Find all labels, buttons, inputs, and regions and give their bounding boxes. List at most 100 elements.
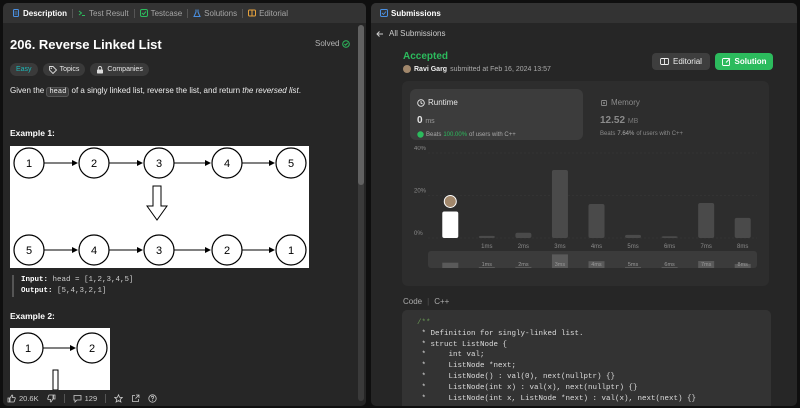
node-value: 4 <box>91 245 97 257</box>
lock-icon <box>97 65 104 73</box>
memory-label: Memory <box>611 98 640 107</box>
example1-io: Input: head = [1,2,3,4,5] Output: [5,4,3… <box>12 275 134 297</box>
favorite-button[interactable] <box>114 393 124 403</box>
submission-status: Accepted <box>403 51 449 62</box>
solution-button[interactable]: Solution <box>715 53 773 70</box>
submission-panel: Submissions All Submissions Accepted Rav… <box>371 3 797 406</box>
output-value: [5,4,3,2,1] <box>52 287 107 295</box>
code-label: Code <box>403 297 423 306</box>
solution-button-label: Solution <box>734 57 767 66</box>
all-submissions-label: All Submissions <box>389 29 446 38</box>
bar[interactable] <box>588 204 605 238</box>
memory-beats-pre: Beats <box>600 131 616 137</box>
runtime-distribution-chart[interactable]: 0% 20% 40% 1ms 2ms 3ms 4ms 5ms 6ms 7ms 8ms 1ms 2ms 3m… <box>402 146 769 286</box>
tab-description[interactable]: Description <box>7 3 72 23</box>
bar[interactable] <box>478 235 495 238</box>
clock-icon <box>417 98 425 107</box>
bar[interactable] <box>442 211 459 238</box>
share-icon <box>132 394 140 402</box>
code-language: C++ <box>434 297 450 306</box>
node-value: 5 <box>288 158 294 170</box>
code-header: Code | C++ <box>403 297 449 306</box>
bar[interactable] <box>515 232 532 238</box>
difficulty-badge[interactable]: Easy <box>10 63 38 76</box>
code-viewer[interactable]: /** * Definition for singly-linked list.… <box>402 310 771 406</box>
user-name[interactable]: Ravi Garg <box>414 66 447 73</box>
tab-solutions-label: Solutions <box>204 8 238 18</box>
node-value: 5 <box>26 245 32 257</box>
bar[interactable] <box>551 170 568 238</box>
x-tick-label: 8ms <box>737 244 748 250</box>
mini-tick-label: 7ms <box>701 262 712 268</box>
help-button[interactable] <box>148 393 157 403</box>
like-button[interactable]: 20.6K <box>7 394 39 403</box>
scrollbar[interactable] <box>358 25 364 401</box>
editorial-button-label: Editorial <box>673 57 702 66</box>
tag-icon <box>48 65 57 74</box>
down-arrow-icon <box>146 185 168 221</box>
problem-description: Given the head of a singly linked list, … <box>10 86 301 97</box>
linked-list-diagram-2: 1 2 <box>12 332 108 391</box>
tab-testcase[interactable]: Testcase <box>135 3 188 23</box>
all-submissions-link[interactable]: All Submissions <box>376 29 445 38</box>
code-line: * ListNode() : val(0), next(nullptr) {} <box>417 372 616 381</box>
runtime-label: Runtime <box>428 98 458 107</box>
runtime-number: 0 <box>417 115 423 126</box>
comments-button[interactable]: 129 <box>73 394 97 403</box>
desc-text-3: . <box>298 86 301 95</box>
runtime-beats-pct: 100.00% <box>443 131 468 138</box>
x-tick-label: 3ms <box>554 244 565 250</box>
code-line: * ListNode(int x, ListNode *next) : val(… <box>417 394 697 403</box>
down-arrow-icon <box>52 369 59 391</box>
memory-beats: Beats 7.64% of users with C++ <box>600 131 683 137</box>
bar[interactable] <box>734 217 751 238</box>
code-separator: | <box>427 297 430 306</box>
head-code: head <box>46 87 70 97</box>
companies-button[interactable]: Companies <box>90 63 149 76</box>
editorial-button[interactable]: Editorial <box>652 53 710 70</box>
mini-tick-label: 5ms <box>628 262 639 268</box>
x-tick-label: 2ms <box>518 244 529 250</box>
mini-tick-label: 2ms <box>518 262 529 268</box>
x-tick-label: 1ms <box>481 244 492 250</box>
document-icon <box>13 9 19 17</box>
tab-editorial[interactable]: Editorial <box>243 3 293 23</box>
tab-submissions[interactable]: Submissions <box>375 3 446 23</box>
like-count: 20.6K <box>19 393 39 403</box>
bar[interactable] <box>625 234 642 238</box>
edit-icon <box>721 58 730 66</box>
mini-tick-label: 1ms <box>482 262 493 268</box>
runtime-beats-pre: Beats <box>426 131 442 138</box>
right-tab-bar: Submissions <box>371 3 797 23</box>
left-tab-bar: Description Test Result Testcase Solutio… <box>3 3 366 23</box>
thumbs-down-icon <box>46 394 56 402</box>
bar[interactable] <box>698 202 715 238</box>
dislike-button[interactable] <box>46 394 56 403</box>
tab-solutions[interactable]: Solutions <box>188 3 242 23</box>
tab-editorial-label: Editorial <box>259 8 288 18</box>
desc-text-2: of a singly linked list, reverse the lis… <box>69 86 243 95</box>
node-value: 3 <box>156 245 162 257</box>
output-line: Output: [5,4,3,2,1] <box>21 286 134 297</box>
solved-status: Solved <box>315 39 351 48</box>
runtime-value: 0 ms <box>417 115 435 126</box>
topics-button[interactable]: Topics <box>42 63 86 76</box>
tab-test-result[interactable]: Test Result <box>73 3 134 23</box>
scrollbar-thumb[interactable] <box>358 25 364 185</box>
flask-icon <box>193 9 201 17</box>
share-button[interactable] <box>131 394 140 403</box>
memory-card[interactable]: Memory 12.52 MB Beats 7.64% of users wit… <box>593 89 761 140</box>
input-value: head = [1,2,3,4,5] <box>48 276 134 284</box>
memory-number: 12.52 <box>600 115 626 126</box>
node-value: 1 <box>26 158 32 170</box>
node-value: 2 <box>91 158 97 170</box>
runtime-beats-post: of users with C++ <box>469 131 516 138</box>
example1-diagram: 1 2 3 4 5 5 4 3 2 1 <box>10 146 309 268</box>
runtime-card[interactable]: Runtime 0 ms Beats 100.00% of users with… <box>410 89 583 140</box>
problem-title: 206. Reverse Linked List <box>10 37 162 52</box>
bar[interactable] <box>661 236 678 238</box>
arrow-left-icon <box>376 30 383 37</box>
tab-submissions-label: Submissions <box>391 8 441 18</box>
book-icon <box>248 9 257 17</box>
checkbox-icon <box>139 9 148 17</box>
